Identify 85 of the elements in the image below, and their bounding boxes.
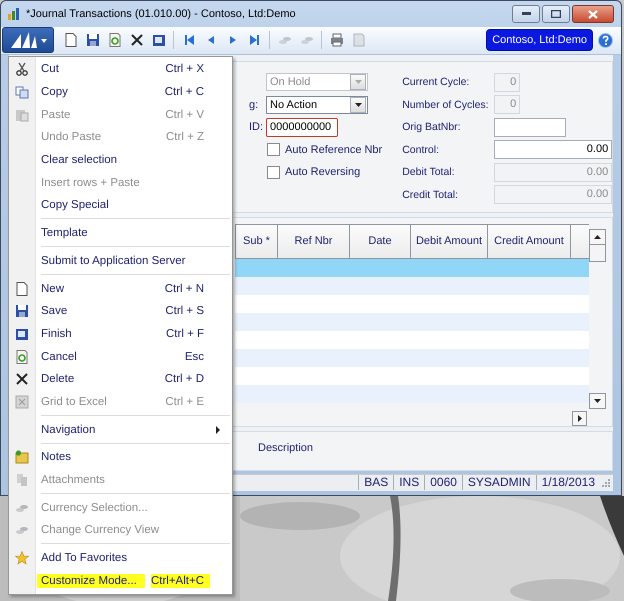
attachment-icon [15, 473, 29, 488]
last-icon [248, 33, 262, 48]
field-label: Orig BatNbr: [402, 121, 462, 134]
scroll-right-button[interactable] [572, 410, 587, 426]
menu-item[interactable]: Submit to Application Server [9, 250, 232, 272]
close-icon [588, 10, 598, 18]
copy-icon [15, 85, 29, 100]
checkbox[interactable] [267, 166, 280, 179]
field-label: Debit Total: [402, 166, 456, 178]
close-icon [15, 372, 29, 386]
document-icon [352, 33, 366, 48]
field-label: Description [258, 442, 314, 454]
minimize-button[interactable] [512, 5, 540, 23]
menu-item[interactable]: Clear selection [9, 148, 232, 172]
menu-item[interactable]: Copy Special [9, 194, 232, 217]
checkbox-label: Auto Reversing [285, 166, 360, 178]
window-title: *Journal Transactions (01.010.00) - Contoso, Ltd:Demo [26, 8, 296, 20]
field-label: Credit Total: [402, 188, 460, 201]
input-field[interactable]: 0.00 [494, 140, 612, 160]
refresh-document-icon [15, 350, 29, 364]
menu-item[interactable]: Copy Ctrl + C [9, 80, 232, 104]
scroll-right-icon [578, 414, 582, 422]
close-icon [130, 33, 144, 48]
save-icon [86, 33, 100, 48]
refresh-document-icon [108, 33, 122, 48]
checkbox-label: Auto Reference Nbr [285, 144, 382, 156]
menu-item[interactable]: Notes [9, 446, 232, 469]
field-label: g: [249, 98, 260, 111]
clipboard-icon [15, 108, 29, 122]
scroll-up-icon [594, 234, 601, 239]
vertical-scrollbar[interactable] [589, 228, 606, 409]
menu-item[interactable]: Delete Ctrl + D [9, 368, 232, 391]
status-text: SYSADMIN [462, 475, 536, 490]
column-header[interactable]: Credit Amount [488, 224, 571, 259]
dropdown[interactable]: No Action [266, 96, 368, 114]
disk-document-icon [152, 33, 166, 48]
scroll-down-icon [594, 398, 601, 403]
column-header [571, 224, 589, 259]
help-icon[interactable] [598, 32, 613, 48]
scroll-thumb[interactable] [589, 244, 606, 262]
new-document-icon [15, 282, 29, 296]
column-header[interactable]: Date [350, 224, 411, 259]
printer-icon [330, 33, 344, 48]
input-field[interactable]: 0000000000 [266, 118, 338, 137]
note-icon [15, 450, 29, 464]
chart-icon [8, 8, 22, 20]
status-text: 0060 [424, 475, 462, 490]
field-label: Current Cycle: [402, 76, 470, 88]
status-text: BAS [358, 475, 394, 490]
checkbox[interactable] [267, 143, 280, 156]
scissors-icon [15, 62, 29, 76]
maximize-button[interactable] [542, 5, 570, 23]
field-label: ID: [249, 121, 264, 134]
field-label: Control: [402, 144, 440, 156]
menu-item[interactable]: Cancel Esc [9, 345, 232, 368]
company-button[interactable]: Contoso, Ltd:Demo [486, 29, 593, 52]
dropdown-caret-icon [354, 102, 362, 107]
menu-button[interactable] [2, 27, 54, 54]
column-header[interactable]: Ref Nbr [278, 224, 350, 259]
status-text: INS [393, 475, 424, 490]
status-text: 1/18/2013 [536, 475, 600, 490]
menu-item[interactable]: Customize Mode... Ctrl+Alt+C [9, 569, 232, 592]
resize-grip-icon[interactable] [602, 478, 610, 487]
new-document-icon [64, 33, 78, 48]
submenu-arrow-icon [216, 426, 220, 434]
spreadsheet-icon [15, 394, 29, 409]
menu-item[interactable]: Template [9, 222, 232, 244]
column-header[interactable]: Debit Amount [411, 224, 488, 259]
column-header[interactable]: Sub * [235, 224, 278, 259]
menu-item[interactable]: Save Ctrl + S [9, 300, 232, 323]
menu-item[interactable]: Cut Ctrl + X [9, 58, 232, 81]
menu-item[interactable]: Finish Ctrl + F [9, 322, 232, 346]
menu-item[interactable]: New Ctrl + N [9, 277, 232, 300]
minimize-icon [522, 12, 530, 16]
star-icon [15, 551, 29, 566]
menu-item[interactable]: Navigation [9, 418, 232, 441]
dropdown-caret-icon [354, 80, 362, 84]
close-button[interactable] [572, 5, 614, 23]
menu-item[interactable]: Add To Favorites [9, 546, 232, 570]
save-icon [15, 304, 29, 318]
maximize-icon [551, 10, 561, 18]
field-label: Number of Cycles: [402, 98, 490, 111]
input-field[interactable] [494, 118, 566, 137]
table-row[interactable] [235, 258, 589, 277]
disk-document-icon [15, 326, 29, 341]
